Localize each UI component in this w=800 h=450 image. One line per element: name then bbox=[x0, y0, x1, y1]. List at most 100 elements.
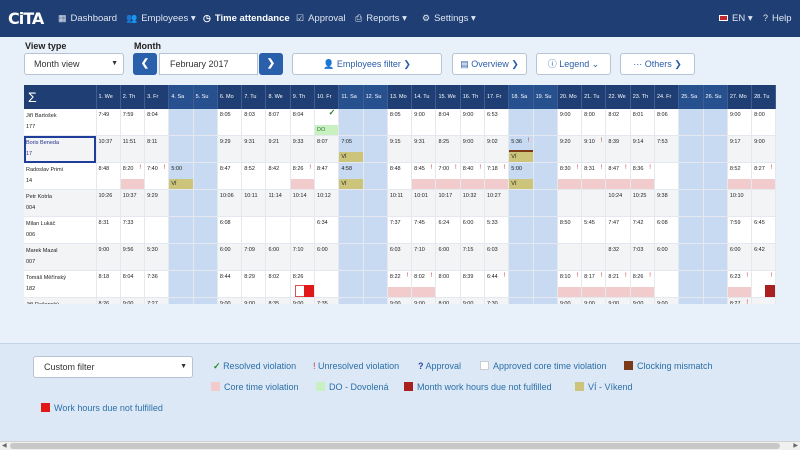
day-cell[interactable]: 8:18 bbox=[96, 270, 121, 298]
day-cell[interactable]: 9:29 bbox=[217, 135, 243, 163]
day-cell[interactable]: 7:59 bbox=[727, 216, 753, 244]
day-cell[interactable] bbox=[363, 270, 388, 298]
day-cell[interactable]: 8:42 bbox=[265, 162, 291, 190]
day-cell[interactable]: 8:01 bbox=[630, 109, 655, 136]
nav-approval[interactable]: ☑ Approval bbox=[296, 13, 346, 24]
scrollbar-thumb[interactable] bbox=[10, 443, 780, 449]
employee-cell[interactable]: Tomáš Měřínský 182 bbox=[24, 270, 97, 298]
day-cell[interactable]: 5:00 VÍ bbox=[508, 162, 534, 190]
day-cell[interactable]: 7:09 bbox=[241, 243, 267, 271]
day-cell[interactable]: 8:31 bbox=[96, 216, 121, 244]
day-cell[interactable]: 8:04 bbox=[435, 109, 461, 136]
day-cell[interactable]: 6:34 bbox=[314, 216, 340, 244]
day-cell[interactable]: 6:08 bbox=[654, 216, 680, 244]
day-cell[interactable] bbox=[678, 135, 704, 163]
day-cell[interactable] bbox=[314, 270, 340, 298]
day-cell[interactable] bbox=[193, 109, 218, 136]
day-cell[interactable] bbox=[557, 189, 583, 217]
day-cell[interactable]: 9:14 bbox=[630, 135, 655, 163]
day-cell[interactable]: 8:36! bbox=[630, 162, 655, 190]
day-cell[interactable]: 10:27 bbox=[484, 189, 510, 217]
sum-header[interactable]: Σ bbox=[24, 85, 97, 109]
day-cell[interactable] bbox=[144, 216, 170, 244]
day-cell[interactable] bbox=[508, 189, 534, 217]
day-cell[interactable] bbox=[703, 162, 728, 190]
day-cell[interactable]: 10:25 bbox=[630, 189, 655, 217]
day-cell[interactable]: 9:31 bbox=[241, 135, 267, 163]
day-cell[interactable]: 8:48 bbox=[387, 162, 413, 190]
nav-settings[interactable]: ⚙ Settings ▾ bbox=[422, 13, 476, 24]
day-cell[interactable]: 6:44! bbox=[484, 270, 510, 298]
day-cell[interactable]: 5:36! VÍ bbox=[508, 135, 534, 163]
day-cell[interactable]: ✓ DO bbox=[314, 108, 340, 136]
day-cell[interactable] bbox=[241, 216, 267, 244]
day-cell[interactable]: 10:17 bbox=[435, 189, 461, 217]
day-cell[interactable]: 9:00 bbox=[387, 297, 413, 304]
day-cell[interactable]: 7:45 bbox=[411, 216, 437, 244]
day-cell[interactable]: 9:00 bbox=[96, 243, 121, 271]
day-cell[interactable]: 9:00 bbox=[557, 109, 583, 136]
day-cell[interactable]: 9:00 bbox=[557, 297, 583, 304]
day-cell[interactable] bbox=[678, 216, 704, 244]
day-cell[interactable] bbox=[338, 216, 364, 244]
day-cell[interactable]: 8:47 bbox=[314, 162, 340, 190]
day-cell[interactable]: 9:00 bbox=[605, 297, 631, 304]
day-cell[interactable]: 9:00 bbox=[241, 297, 267, 304]
day-cell[interactable]: 8:02 bbox=[605, 109, 631, 136]
language-selector[interactable]: EN ▾ bbox=[719, 13, 753, 24]
day-cell[interactable]: 8:35 bbox=[265, 297, 291, 304]
day-cell[interactable]: 9:00 bbox=[411, 297, 437, 304]
day-cell[interactable] bbox=[533, 109, 558, 136]
day-cell[interactable] bbox=[533, 297, 558, 304]
employee-cell[interactable]: Jiří Račanský79 bbox=[24, 297, 97, 304]
day-cell[interactable]: 8:25 bbox=[435, 135, 461, 163]
day-cell[interactable] bbox=[363, 243, 388, 271]
day-cell[interactable]: 6:08 bbox=[217, 216, 243, 244]
day-cell[interactable]: 8:10! bbox=[557, 270, 583, 298]
day-cell[interactable] bbox=[193, 216, 218, 244]
day-cell[interactable] bbox=[533, 135, 558, 163]
day-cell[interactable]: 10:11 bbox=[387, 189, 413, 217]
day-cell[interactable]: 7:27 bbox=[144, 297, 170, 304]
day-cell[interactable] bbox=[533, 216, 558, 244]
day-cell[interactable]: 7:30 bbox=[484, 297, 510, 304]
day-cell[interactable]: 9:00 bbox=[120, 297, 146, 304]
day-cell[interactable]: 10:37 bbox=[120, 189, 146, 217]
day-cell[interactable] bbox=[265, 216, 291, 244]
day-cell[interactable]: 8:02 bbox=[265, 270, 291, 298]
day-cell[interactable]: 8:03 bbox=[241, 109, 267, 136]
day-cell[interactable]: 7:59 bbox=[120, 109, 146, 136]
legend-button[interactable]: ⓘ Legend ⌄ bbox=[536, 53, 611, 75]
day-cell[interactable] bbox=[678, 297, 704, 304]
day-cell[interactable]: 6:00 bbox=[654, 243, 680, 271]
employees-filter-button[interactable]: 👤 Employees filter ❯ bbox=[292, 53, 442, 75]
overview-button[interactable]: ▤ Overview ❯ bbox=[452, 53, 527, 75]
day-cell[interactable] bbox=[508, 109, 534, 136]
day-cell[interactable]: 10:06 bbox=[217, 189, 243, 217]
day-cell[interactable]: 11:14 bbox=[265, 189, 291, 217]
employee-cell[interactable]: Marek Mazal 007 bbox=[24, 243, 97, 271]
day-cell[interactable] bbox=[168, 189, 194, 217]
day-cell[interactable]: 5:45 bbox=[581, 216, 607, 244]
day-cell[interactable]: 10:32 bbox=[460, 189, 486, 217]
day-cell[interactable]: 7:37 bbox=[387, 216, 413, 244]
day-cell[interactable]: 6:24 bbox=[435, 216, 461, 244]
help-link[interactable]: ? Help bbox=[763, 13, 792, 24]
day-cell[interactable] bbox=[533, 270, 558, 298]
day-cell[interactable]: 6:00 bbox=[314, 243, 340, 271]
day-cell[interactable]: 8:26! bbox=[290, 162, 316, 190]
day-cell[interactable]: 7:36 bbox=[144, 270, 170, 298]
day-cell[interactable]: 8:31! bbox=[581, 162, 607, 190]
day-cell[interactable] bbox=[703, 297, 728, 304]
nav-reports[interactable]: ⎙ Reports ▾ bbox=[355, 13, 407, 24]
day-cell[interactable]: 8:00 bbox=[435, 297, 461, 304]
employee-cell[interactable]: Petr Kotrla 004 bbox=[24, 189, 97, 217]
day-cell[interactable] bbox=[290, 216, 316, 244]
day-cell[interactable]: 8:02! bbox=[411, 270, 437, 298]
day-cell[interactable]: 9:15 bbox=[387, 135, 413, 163]
day-cell[interactable]: 10:37 bbox=[96, 135, 121, 163]
day-cell[interactable]: 8:04 bbox=[120, 270, 146, 298]
day-cell[interactable]: 6:23! bbox=[727, 270, 753, 298]
day-cell[interactable] bbox=[338, 243, 364, 271]
day-cell[interactable]: 8:00 bbox=[435, 270, 461, 298]
